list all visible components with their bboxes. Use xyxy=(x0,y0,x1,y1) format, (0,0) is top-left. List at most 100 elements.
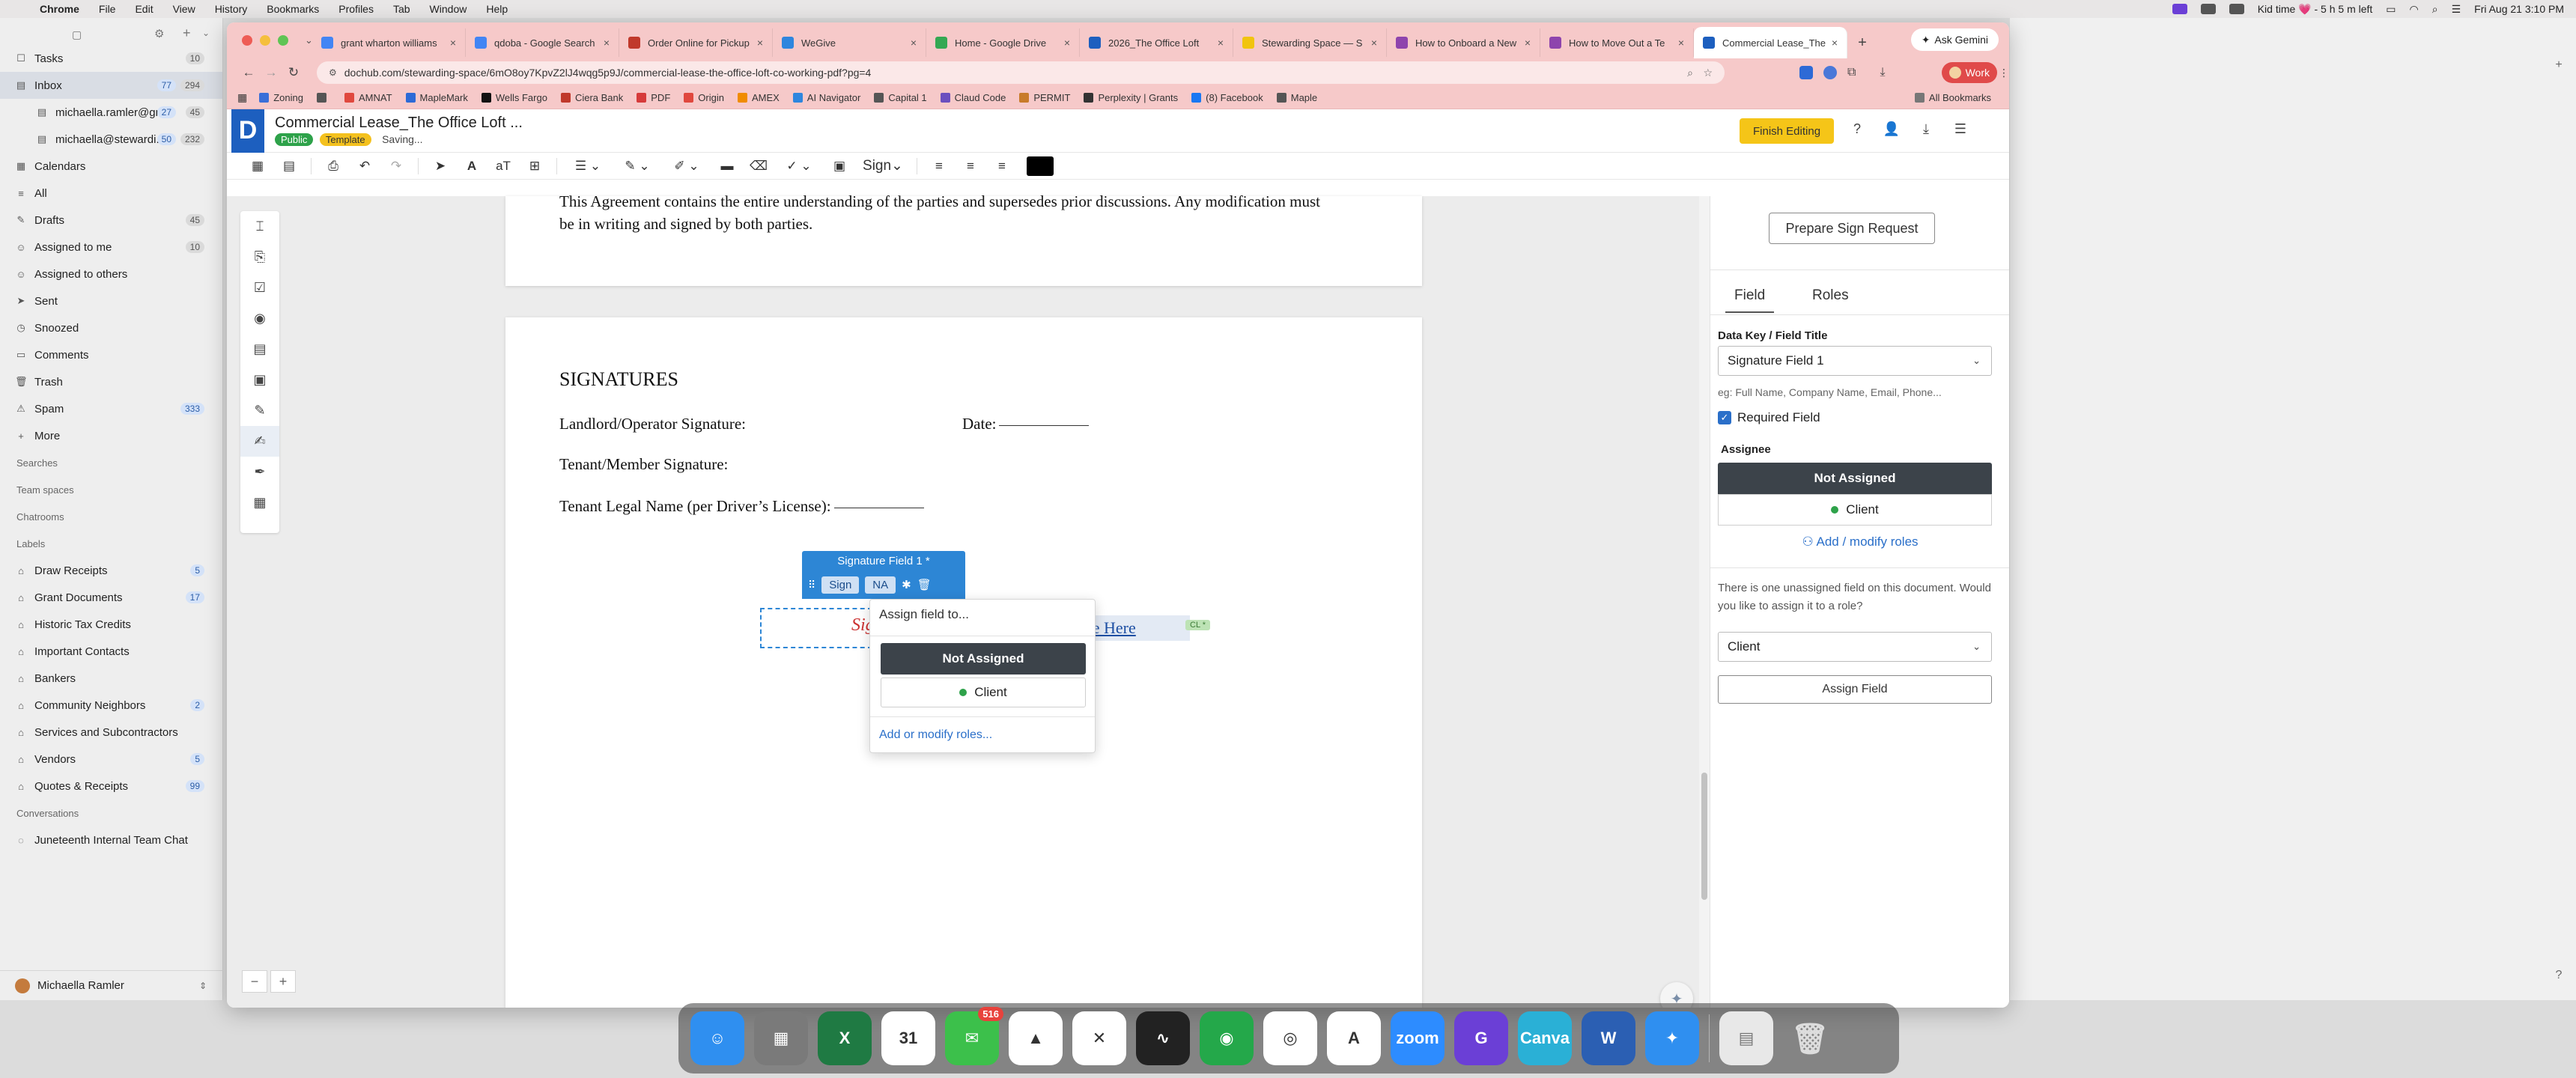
close-icon[interactable]: × xyxy=(757,37,763,49)
bookmark-item[interactable]: PERMIT xyxy=(1019,92,1070,103)
add-field-icon[interactable]: ⊞ xyxy=(520,155,549,177)
forward-icon[interactable]: → xyxy=(260,65,282,80)
browser-tab[interactable]: Home - Google Drive × xyxy=(926,28,1080,57)
dock-app-avenir[interactable]: A xyxy=(1327,1011,1381,1065)
highlighter-icon[interactable]: ✐ ⌄ xyxy=(663,155,710,177)
dock-app-zoom[interactable]: zoom xyxy=(1391,1011,1445,1065)
download-icon[interactable]: ⤓ xyxy=(1916,121,1936,137)
menu-help[interactable]: Help xyxy=(476,3,517,15)
dock-app-chrome[interactable]: ◎ xyxy=(1263,1011,1317,1065)
help-icon[interactable]: ? xyxy=(2552,969,2566,982)
public-badge[interactable]: Public xyxy=(275,133,314,146)
minimize-window-button[interactable] xyxy=(260,35,270,46)
mail-item-account-1[interactable]: ▤ michaella.ramler@gm... 27 45 xyxy=(0,99,222,126)
profile-button[interactable]: Work ⋮ xyxy=(1941,62,2009,83)
label-item[interactable]: ⌂ Important Contacts xyxy=(0,638,222,665)
chevron-down-icon[interactable]: ⌄ xyxy=(202,28,210,38)
label-item[interactable]: ⌂ Historic Tax Credits xyxy=(0,611,222,638)
color-picker[interactable] xyxy=(1027,156,1054,176)
maximize-window-button[interactable] xyxy=(278,35,288,46)
mail-item-tasks[interactable]: ☐ Tasks 10 xyxy=(0,45,222,72)
bookmark-item[interactable]: AMNAT xyxy=(344,92,392,103)
signature-field-icon[interactable]: ✍ xyxy=(240,426,279,457)
bookmark-item[interactable]: Ciera Bank xyxy=(560,92,623,103)
mail-item-assigned-me[interactable]: ☺ Assigned to me 10 xyxy=(0,234,222,261)
bookmark-item[interactable]: Perplexity | Grants xyxy=(1084,92,1178,103)
status-app-icon-3[interactable] xyxy=(2229,4,2244,14)
dock-app-excel[interactable]: X xyxy=(818,1011,872,1065)
dock-app-launchpad[interactable]: ▦ xyxy=(754,1011,808,1065)
not-assigned-option[interactable]: Not Assigned xyxy=(881,643,1086,674)
site-info-icon[interactable]: ⚙ xyxy=(329,67,337,78)
section-chatrooms[interactable]: Chatrooms xyxy=(0,503,222,530)
download-icon[interactable]: ⤓ xyxy=(1880,66,1885,79)
template-badge[interactable]: Template xyxy=(319,133,371,146)
add-modify-roles-link[interactable]: Add or modify roles... xyxy=(879,728,992,742)
initials-signature-icon[interactable]: ✒ xyxy=(240,457,279,487)
mail-item-all[interactable]: ≡ All xyxy=(0,180,222,207)
date-field-icon[interactable]: ▦ xyxy=(240,487,279,518)
browser-tab[interactable]: Order Online for Pickup × xyxy=(619,28,773,57)
align-center-icon[interactable]: ≡ xyxy=(956,155,985,177)
browser-tab[interactable]: 2026_The Office Loft × xyxy=(1080,28,1233,57)
close-icon[interactable]: × xyxy=(1525,37,1531,49)
bookmark-item[interactable]: AMEX xyxy=(737,92,780,103)
zoom-in-button[interactable]: + xyxy=(270,970,296,993)
browser-tab[interactable]: How to Onboard a New × xyxy=(1387,28,1540,57)
bookmark-item[interactable]: Claud Code xyxy=(940,92,1006,103)
browser-tab[interactable]: How to Move Out a Te × xyxy=(1540,28,1694,57)
print-icon[interactable]: ⎙ xyxy=(319,155,347,177)
dock-app-messages[interactable]: ✉ 516 xyxy=(945,1007,1003,1065)
sign-chip[interactable]: Sign xyxy=(821,576,860,594)
extension-icon[interactable] xyxy=(1823,66,1837,79)
dock-app-calendar[interactable]: 31 xyxy=(881,1011,935,1065)
add-user-icon[interactable]: 👤 xyxy=(1882,121,1901,137)
scrollbar-thumb[interactable] xyxy=(1701,773,1707,900)
radio-field-icon[interactable]: ◉ xyxy=(240,303,279,334)
dock-trash[interactable]: 🗑 xyxy=(1783,1011,1837,1065)
image-field-icon[interactable]: ▣ xyxy=(240,365,279,395)
dock-app-canva[interactable]: Canva xyxy=(1518,1011,1572,1065)
address-bar[interactable]: ⚙ dochub.com/stewarding-space/6mO8oy7Kpv… xyxy=(317,61,1725,84)
required-asterisk-icon[interactable]: ✱ xyxy=(902,578,911,591)
checkbox-field-icon[interactable]: ☑ xyxy=(240,272,279,303)
label-item[interactable]: ⌂ Bankers xyxy=(0,665,222,692)
mail-item-calendars[interactable]: ▦ Calendars xyxy=(0,153,222,180)
section-team-spaces[interactable]: Team spaces xyxy=(0,476,222,503)
extension-icon[interactable] xyxy=(1799,66,1813,79)
battery-icon[interactable]: ▭ xyxy=(2386,3,2396,16)
close-window-button[interactable] xyxy=(242,35,252,46)
all-bookmarks[interactable]: All Bookmarks xyxy=(1914,92,1991,103)
bookmark-item[interactable]: MapleMark xyxy=(405,92,468,103)
finish-editing-button[interactable]: Finish Editing xyxy=(1740,118,1835,144)
label-item[interactable]: ⌂ Services and Subcontractors xyxy=(0,719,222,746)
assignee-client-option[interactable]: Client xyxy=(1718,494,1992,526)
help-icon[interactable]: ? xyxy=(1847,121,1867,137)
menu-history[interactable]: History xyxy=(205,3,258,15)
mail-item-more[interactable]: + More xyxy=(0,422,222,449)
browser-tab[interactable]: grant wharton williams × xyxy=(312,28,466,57)
label-item[interactable]: ⌂ Draw Receipts 5 xyxy=(0,557,222,584)
zoom-out-button[interactable]: − xyxy=(242,970,267,993)
bookmark-item[interactable]: Capital 1 xyxy=(874,92,927,103)
document-title[interactable]: Commercial Lease_The Office Loft ... xyxy=(275,115,523,132)
close-icon[interactable]: × xyxy=(1218,37,1224,49)
sign-menu-button[interactable]: Sign ⌄ xyxy=(857,155,909,177)
dock-app-word[interactable]: W xyxy=(1582,1011,1635,1065)
drag-handle-icon[interactable]: ⠿ xyxy=(808,579,815,591)
na-chip[interactable]: NA xyxy=(865,576,896,594)
clock[interactable]: Fri Aug 21 3:10 PM xyxy=(2474,3,2564,15)
settings-icon[interactable]: ⚙ xyxy=(154,27,164,40)
bookmark-item[interactable]: PDF xyxy=(637,92,670,103)
dock-app-capcut[interactable]: ✕ xyxy=(1072,1011,1126,1065)
dochub-logo[interactable]: D xyxy=(231,109,264,153)
status-app-icon[interactable] xyxy=(2172,4,2187,14)
close-icon[interactable]: × xyxy=(604,37,610,49)
section-searches[interactable]: Searches xyxy=(0,449,222,476)
mail-item-comments[interactable]: ▭ Comments xyxy=(0,341,222,368)
pen-tool-icon[interactable]: ✎ ⌄ xyxy=(614,155,660,177)
plus-icon[interactable]: + xyxy=(2552,58,2566,72)
bookmark-item[interactable]: Zoning xyxy=(259,92,303,103)
browser-tab[interactable]: WeGive × xyxy=(773,28,926,57)
bookmark-item[interactable]: Maple xyxy=(1276,92,1317,103)
